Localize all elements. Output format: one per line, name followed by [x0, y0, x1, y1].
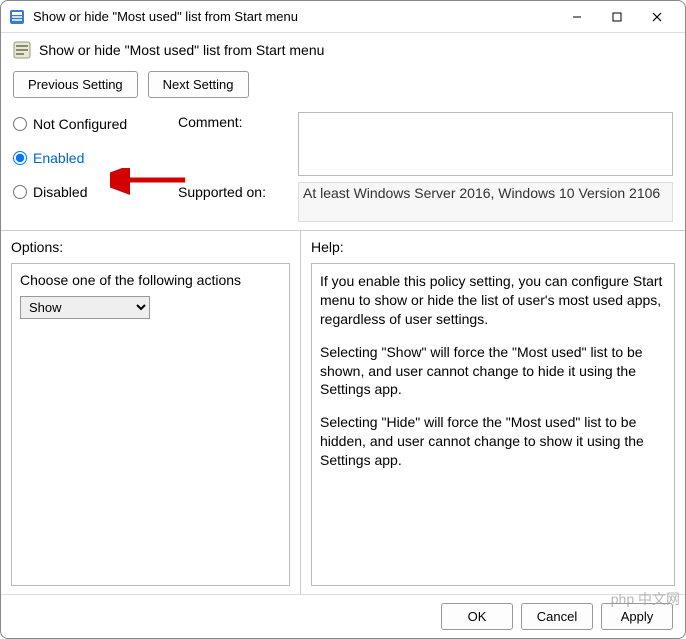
radio-not-configured-label: Not Configured — [33, 116, 127, 132]
footer: OK Cancel Apply — [1, 594, 685, 638]
radio-enabled[interactable]: Enabled — [13, 150, 168, 166]
help-box: If you enable this policy setting, you c… — [311, 263, 675, 586]
supported-row: Supported on: At least Windows Server 20… — [178, 182, 673, 222]
options-label: Options: — [11, 239, 290, 255]
title-bar: Show or hide "Most used" list from Start… — [1, 1, 685, 33]
options-prompt: Choose one of the following actions — [20, 272, 281, 288]
radio-not-configured[interactable]: Not Configured — [13, 116, 168, 132]
help-label: Help: — [311, 239, 675, 255]
window-title: Show or hide "Most used" list from Start… — [33, 9, 557, 24]
state-area: Not Configured Enabled Disabled Comment:… — [1, 108, 685, 230]
supported-label: Supported on: — [178, 182, 288, 200]
help-pane: Help: If you enable this policy setting,… — [301, 231, 685, 594]
right-column: Comment: Supported on: At least Windows … — [178, 112, 673, 222]
cancel-button[interactable]: Cancel — [521, 603, 593, 630]
supported-value: At least Windows Server 2016, Windows 10… — [298, 182, 673, 222]
minimize-button[interactable] — [557, 3, 597, 31]
app-icon — [9, 9, 25, 25]
policy-title: Show or hide "Most used" list from Start… — [39, 42, 324, 58]
ok-button[interactable]: OK — [441, 603, 513, 630]
comment-label: Comment: — [178, 112, 288, 130]
policy-header: Show or hide "Most used" list from Start… — [1, 33, 685, 67]
options-pane: Options: Choose one of the following act… — [1, 231, 301, 594]
lower-panes: Options: Choose one of the following act… — [1, 230, 685, 594]
radio-enabled-label: Enabled — [33, 150, 84, 166]
radio-not-configured-input[interactable] — [13, 117, 27, 131]
help-paragraph: Selecting "Show" will force the "Most us… — [320, 343, 666, 400]
help-paragraph: Selecting "Hide" will force the "Most us… — [320, 413, 666, 470]
previous-setting-button[interactable]: Previous Setting — [13, 71, 138, 98]
comment-row: Comment: — [178, 112, 673, 176]
options-select[interactable]: Show Hide — [20, 296, 150, 319]
maximize-button[interactable] — [597, 3, 637, 31]
options-box: Choose one of the following actions Show… — [11, 263, 290, 586]
policy-icon — [13, 41, 31, 59]
comment-input[interactable] — [298, 112, 673, 176]
close-button[interactable] — [637, 3, 677, 31]
nav-row: Previous Setting Next Setting — [1, 67, 685, 108]
next-setting-button[interactable]: Next Setting — [148, 71, 249, 98]
apply-button[interactable]: Apply — [601, 603, 673, 630]
help-paragraph: If you enable this policy setting, you c… — [320, 272, 666, 329]
radio-disabled[interactable]: Disabled — [13, 184, 168, 200]
radio-disabled-input[interactable] — [13, 185, 27, 199]
radio-disabled-label: Disabled — [33, 184, 87, 200]
radio-enabled-input[interactable] — [13, 151, 27, 165]
state-radios: Not Configured Enabled Disabled — [13, 112, 168, 222]
